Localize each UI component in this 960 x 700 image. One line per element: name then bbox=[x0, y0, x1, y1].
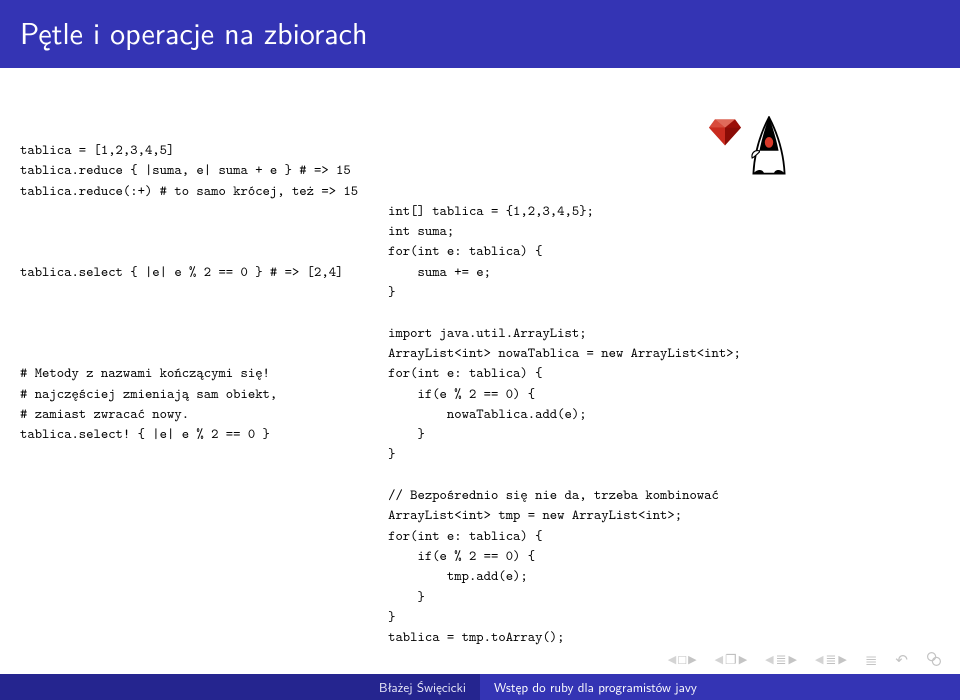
java-code-block: int[] tablica = {1,2,3,4,5}; int suma; f… bbox=[388, 159, 741, 648]
nav-next-frame-icon[interactable]: ▶ bbox=[739, 651, 747, 667]
nav-subsection-group[interactable]: ◀ ≣ ▶ bbox=[815, 650, 847, 669]
nav-slide-icon: □ bbox=[678, 650, 686, 669]
slide-content: tablica = [1,2,3,4,5] tablica.reduce { |… bbox=[0, 68, 960, 698]
footer-author: Błażej Święcicki bbox=[0, 674, 480, 700]
nav-subsection-icon: ≣ bbox=[825, 650, 836, 669]
nav-next-subsection-icon[interactable]: ▶ bbox=[838, 651, 846, 667]
nav-next-section-icon[interactable]: ▶ bbox=[789, 651, 797, 667]
nav-back-icon[interactable]: ↶ bbox=[895, 648, 908, 670]
slide-title: Pętle i operacje na zbiorach bbox=[0, 0, 960, 68]
ruby-icon bbox=[649, 96, 683, 126]
nav-prev-section-icon[interactable]: ◀ bbox=[765, 651, 773, 667]
slide-footer: Błażej Święcicki Wstęp do ruby dla progr… bbox=[0, 674, 960, 700]
footer-subtitle: Wstęp do ruby dla programistów javy bbox=[480, 674, 960, 700]
nav-appendix-icon[interactable]: ≣ bbox=[865, 648, 878, 670]
nav-section-icon: ≣ bbox=[776, 650, 787, 669]
nav-frame-group[interactable]: ◀ ❐ ▶ bbox=[715, 650, 748, 669]
language-icons bbox=[649, 96, 729, 156]
nav-prev-frame-icon[interactable]: ◀ bbox=[715, 651, 723, 667]
nav-frame-icon: ❐ bbox=[725, 650, 737, 669]
java-code-column: int[] tablica = {1,2,3,4,5}; int suma; f… bbox=[388, 98, 741, 688]
ruby-code-block: tablica = [1,2,3,4,5] tablica.reduce { |… bbox=[20, 98, 358, 688]
nav-next-slide-icon[interactable]: ▶ bbox=[688, 651, 696, 667]
nav-prev-slide-icon[interactable]: ◀ bbox=[668, 651, 676, 667]
nav-search-icon[interactable] bbox=[926, 651, 942, 667]
nav-slide-group[interactable]: ◀ □ ▶ bbox=[668, 650, 697, 669]
nav-prev-subsection-icon[interactable]: ◀ bbox=[815, 651, 823, 667]
java-duke-icon bbox=[691, 96, 729, 156]
beamer-nav-icons: ◀ □ ▶ ◀ ❐ ▶ ◀ ≣ ▶ ◀ ≣ ▶ ≣ ↶ bbox=[668, 648, 942, 670]
nav-section-group[interactable]: ◀ ≣ ▶ bbox=[765, 650, 797, 669]
